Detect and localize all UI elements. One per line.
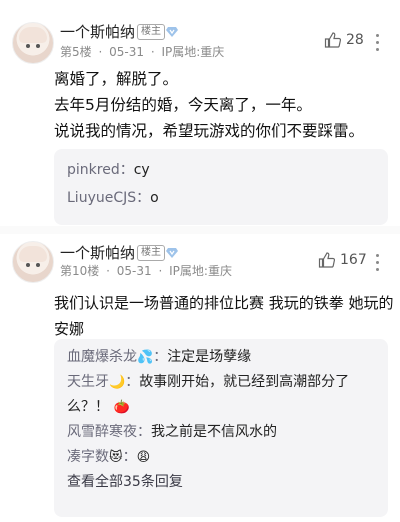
like-count: 28 [346, 32, 364, 48]
reply-author[interactable]: 天生牙 [67, 374, 109, 390]
reply-author[interactable]: 风雪醉寒夜： [67, 424, 151, 440]
username[interactable]: 一个斯帕纳 [60, 21, 135, 42]
owner-badge: 楼主 [137, 24, 165, 40]
sweat-drops-emoji: 💦 [137, 350, 154, 365]
reply-item[interactable]: LiuyueCJS：o [54, 186, 388, 210]
reply-box[interactable]: 血魔爆杀龙💦：注定是场孽缘 天生牙🌙：故事刚开始，就已经到高潮部分了 么？！ 🍅… [54, 339, 388, 517]
ip-location: IP属地:重庆 [161, 45, 225, 59]
more-options-button[interactable] [376, 34, 380, 55]
thumbs-up-icon [318, 252, 336, 268]
reply-box[interactable]: pinkred：cy LiuyueCJS：o [54, 149, 388, 225]
post-meta: 第10楼 · 05-31 · IP属地:重庆 [60, 264, 232, 278]
diamond-level-icon [166, 27, 178, 37]
post-date: 05-31 [116, 264, 152, 278]
view-all-replies-link[interactable]: 查看全部35条回复 [54, 470, 388, 495]
crescent-moon-emoji: 🌙 [109, 375, 126, 390]
reply-item-continuation: 么？！ 🍅 [54, 395, 388, 420]
reply-text: 我之前是不信风水的 [151, 424, 277, 440]
reply-separator: ： [125, 374, 140, 390]
floor-number: 第5楼 [60, 45, 92, 59]
post-meta: 第5楼 · 05-31 · IP属地:重庆 [60, 45, 225, 59]
floor-number: 第10楼 [60, 264, 100, 278]
content-line: 说说我的情况，希望玩游戏的你们不要踩雷。 [54, 122, 365, 140]
reply-item[interactable]: 凑字数😻：😩 [54, 445, 388, 470]
like-button[interactable]: 28 [324, 31, 364, 49]
post-date: 05-31 [109, 45, 144, 59]
username[interactable]: 一个斯帕纳 [60, 242, 135, 263]
reply-author[interactable]: LiuyueCJS： [67, 190, 150, 206]
avatar[interactable] [12, 241, 54, 283]
reply-item[interactable]: pinkred：cy [54, 158, 388, 182]
more-options-button[interactable] [376, 254, 380, 275]
weary-face-emoji: 😩 [136, 450, 151, 465]
reply-text: 故事刚开始，就已经到高潮部分了 [139, 374, 350, 390]
reply-separator: ： [122, 449, 137, 465]
like-button[interactable]: 167 [318, 251, 367, 269]
content-line: 我们认识是一场普通的排位比赛 我玩的铁拳 她玩的 [54, 294, 394, 312]
comment-floor-5: 一个斯帕纳 楼主 第5楼 · 05-31 · IP属地:重庆 28 离婚了，解脱… [0, 0, 400, 225]
reply-item[interactable]: 血魔爆杀龙💦：注定是场孽缘 [54, 345, 388, 370]
reply-text: o [150, 190, 159, 206]
reply-separator: ： [153, 349, 168, 365]
diamond-level-icon [166, 248, 178, 258]
reply-author[interactable]: pinkred： [67, 162, 134, 178]
avatar[interactable] [12, 22, 54, 64]
post-content: 离婚了，解脱了。 去年5月份结的婚，今天离了，一年。 说说我的情况，希望玩游戏的… [54, 66, 390, 144]
reply-text: 注定是场孽缘 [167, 349, 252, 365]
reply-text: cy [133, 162, 150, 178]
comment-floor-10: 一个斯帕纳 楼主 第10楼 · 05-31 · IP属地:重庆 167 我们认识… [0, 234, 400, 522]
divider [0, 226, 400, 234]
tomato-emoji: 🍅 [113, 400, 130, 415]
cat-face-emoji: 😻 [109, 450, 123, 465]
like-count: 167 [340, 252, 367, 268]
reply-text: 么？！ [67, 399, 109, 415]
post-content: 我们认识是一场普通的排位比赛 我玩的铁拳 她玩的 安娜 [54, 290, 394, 342]
content-line: 离婚了，解脱了。 [54, 70, 179, 88]
reply-author[interactable]: 血魔爆杀龙 [67, 349, 137, 365]
reply-author[interactable]: 凑字数 [67, 449, 109, 465]
reply-item[interactable]: 风雪醉寒夜：我之前是不信风水的 [54, 420, 388, 445]
content-line: 去年5月份结的婚，今天离了，一年。 [54, 96, 312, 114]
owner-badge: 楼主 [137, 245, 165, 261]
ip-location: IP属地:重庆 [169, 264, 232, 278]
thumbs-up-icon [324, 32, 342, 48]
reply-item[interactable]: 天生牙🌙：故事刚开始，就已经到高潮部分了 [54, 370, 388, 395]
